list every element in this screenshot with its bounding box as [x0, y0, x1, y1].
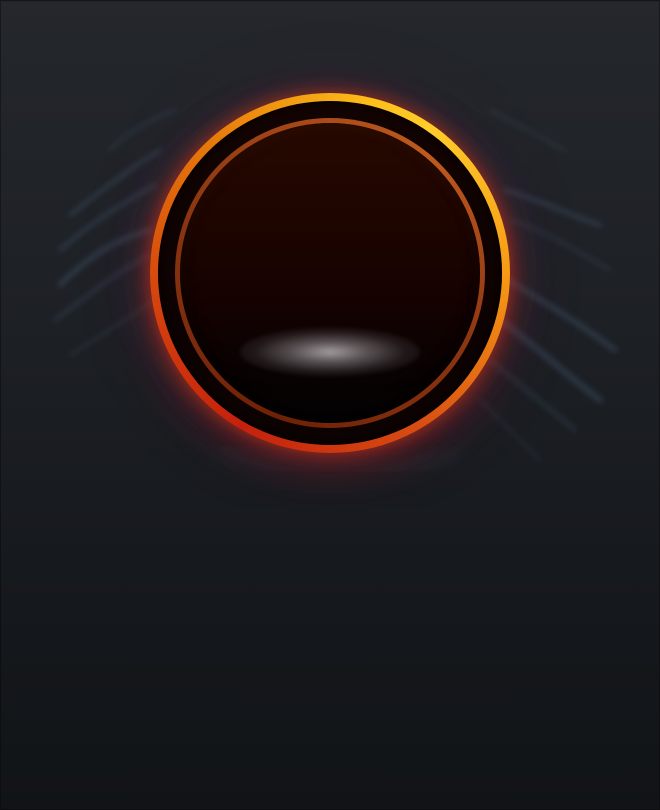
power-button[interactable]: [150, 93, 510, 453]
power-orb-icon: [180, 123, 480, 423]
power-button-glint: [240, 328, 420, 376]
app-screen: [0, 0, 660, 810]
